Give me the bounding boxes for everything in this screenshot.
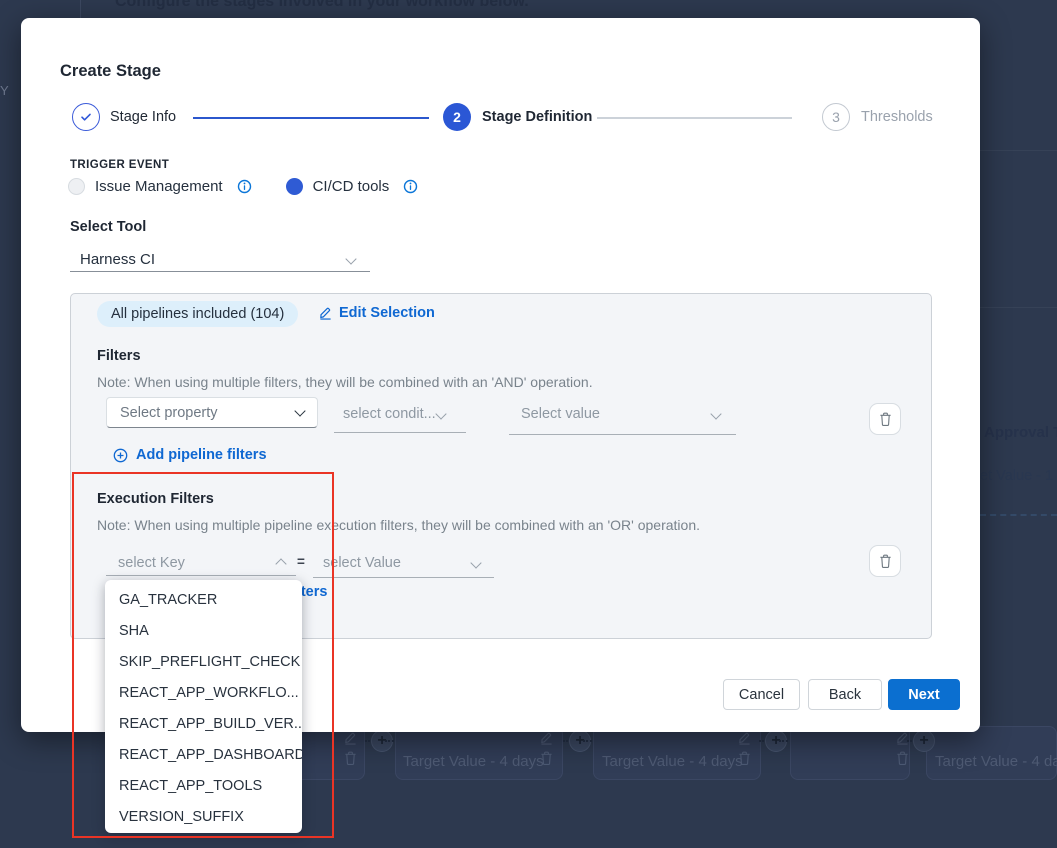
dropdown-option[interactable]: REACT_APP_TOOLS [105, 771, 302, 802]
dropdown-option[interactable]: GA_TRACKER [105, 585, 302, 616]
stepper-connector [193, 117, 429, 119]
pencil-icon [344, 731, 360, 745]
trash-icon [879, 412, 892, 427]
select-exec-value-underline [313, 577, 494, 578]
pencil-icon [738, 731, 754, 745]
background-cropped-text: Y [0, 83, 9, 98]
radio-cicd-tools[interactable] [286, 178, 303, 195]
trigger-event-heading: TRIGGER EVENT [70, 159, 169, 171]
select-tool-label: Select Tool [70, 219, 146, 235]
background-edit-trash-icons [896, 731, 912, 766]
chevron-down-icon[interactable] [345, 253, 356, 264]
delete-filter-button[interactable] [869, 403, 901, 435]
info-icon[interactable] [403, 179, 418, 194]
background-card-label: Target Value - 4 days [602, 753, 743, 770]
create-stage-modal: Create Stage Stage Info 2 Stage Definiti… [21, 18, 980, 732]
background-divider [980, 150, 1057, 151]
step-thresholds-label: Thresholds [861, 109, 933, 125]
filters-title: Filters [97, 348, 141, 364]
dropdown-option[interactable]: REACT_APP_WORKFLO... [105, 678, 302, 709]
background-card-label: Target Value - 4 days [403, 753, 544, 770]
select-value-dropdown[interactable]: Select value [521, 406, 600, 422]
chevron-down-icon[interactable] [710, 408, 721, 419]
stepper-connector [597, 117, 792, 119]
select-property-placeholder: Select property [120, 405, 218, 421]
background-connector [779, 740, 788, 742]
background-divider [80, 0, 81, 19]
trash-icon [540, 751, 556, 766]
dropdown-option[interactable]: REACT_APP_DASHBOARD [105, 740, 302, 771]
modal-title: Create Stage [60, 62, 161, 81]
dropdown-option[interactable]: SKIP_PREFLIGHT_CHECK [105, 647, 302, 678]
background-divider [980, 307, 1057, 308]
tool-select-underline [70, 271, 370, 272]
step-stage-info-label: Stage Info [110, 109, 176, 125]
cancel-button[interactable]: Cancel [723, 679, 800, 710]
step-stage-definition-indicator[interactable]: 2 [443, 103, 471, 131]
filters-note: Note: When using multiple filters, they … [97, 374, 593, 390]
check-icon [79, 110, 93, 124]
select-property-dropdown[interactable]: Select property [106, 397, 318, 428]
pencil-icon [896, 731, 912, 745]
execution-filters-title: Execution Filters [97, 491, 214, 507]
plus-circle-icon [113, 448, 128, 463]
radio-issue-management[interactable] [68, 178, 85, 195]
add-pipeline-filters-label: Add pipeline filters [136, 447, 267, 463]
background-edit-trash-icons [540, 731, 556, 766]
trigger-event-options: Issue Management CI/CD tools [68, 178, 418, 195]
tool-select-value[interactable]: Harness CI [80, 251, 155, 268]
execution-filters-note: Note: When using multiple pipeline execu… [97, 517, 700, 533]
edit-selection-link[interactable]: Edit Selection [319, 305, 435, 321]
delete-execution-filter-button[interactable] [869, 545, 901, 577]
background-edit-trash-icons [344, 731, 360, 766]
background-connector [385, 740, 394, 742]
trash-icon [896, 751, 912, 766]
background-dashed-line [980, 514, 1057, 516]
radio-cicd-tools-label: CI/CD tools [313, 178, 390, 195]
dropdown-option[interactable]: REACT_APP_BUILD_VER... [105, 709, 302, 740]
background-connector [583, 740, 592, 742]
key-dropdown-popover: GA_TRACKER SHA SKIP_PREFLIGHT_CHECK REAC… [105, 580, 302, 833]
trash-icon [738, 751, 754, 766]
next-button[interactable]: Next [888, 679, 960, 710]
select-exec-value-dropdown[interactable]: select Value [323, 555, 401, 571]
radio-issue-management-label: Issue Management [95, 178, 223, 195]
background-target-value-partial: et Value - 1 [980, 468, 1053, 484]
info-icon[interactable] [237, 179, 252, 194]
step-stage-info-indicator[interactable] [72, 103, 100, 131]
background-approval-column-label: Approval Ti [984, 424, 1057, 441]
edit-selection-label: Edit Selection [339, 305, 435, 321]
trash-icon [879, 554, 892, 569]
select-value-underline [509, 434, 736, 435]
background-card [790, 726, 910, 780]
background-card-label: Target Value - 4 days [935, 753, 1057, 770]
select-condition-underline [334, 432, 466, 433]
chevron-up-icon[interactable] [275, 558, 286, 569]
chevron-down-icon[interactable] [435, 408, 446, 419]
step-stage-definition-label: Stage Definition [482, 109, 592, 125]
background-page-heading: Configure the stages involved in your wo… [115, 0, 529, 11]
chevron-down-icon[interactable] [470, 557, 481, 568]
dropdown-option[interactable]: SHA [105, 616, 302, 647]
select-key-underline [106, 575, 296, 576]
back-button[interactable]: Back [808, 679, 882, 710]
edit-icon [319, 306, 332, 320]
background-add-button: + [913, 730, 935, 752]
pencil-icon [540, 731, 556, 745]
background-edit-trash-icons [738, 731, 754, 766]
select-condition-dropdown[interactable]: select condit... [343, 406, 436, 422]
select-key-dropdown[interactable]: select Key [118, 555, 185, 571]
dropdown-option[interactable]: VERSION_SUFFIX [105, 802, 302, 833]
add-pipeline-filters-link[interactable]: Add pipeline filters [113, 447, 267, 463]
chevron-down-icon [294, 405, 305, 416]
equals-sign: = [297, 554, 305, 569]
step-thresholds-indicator[interactable]: 3 [822, 103, 850, 131]
trash-icon [344, 751, 360, 766]
pipelines-included-chip: All pipelines included (104) [97, 301, 298, 327]
